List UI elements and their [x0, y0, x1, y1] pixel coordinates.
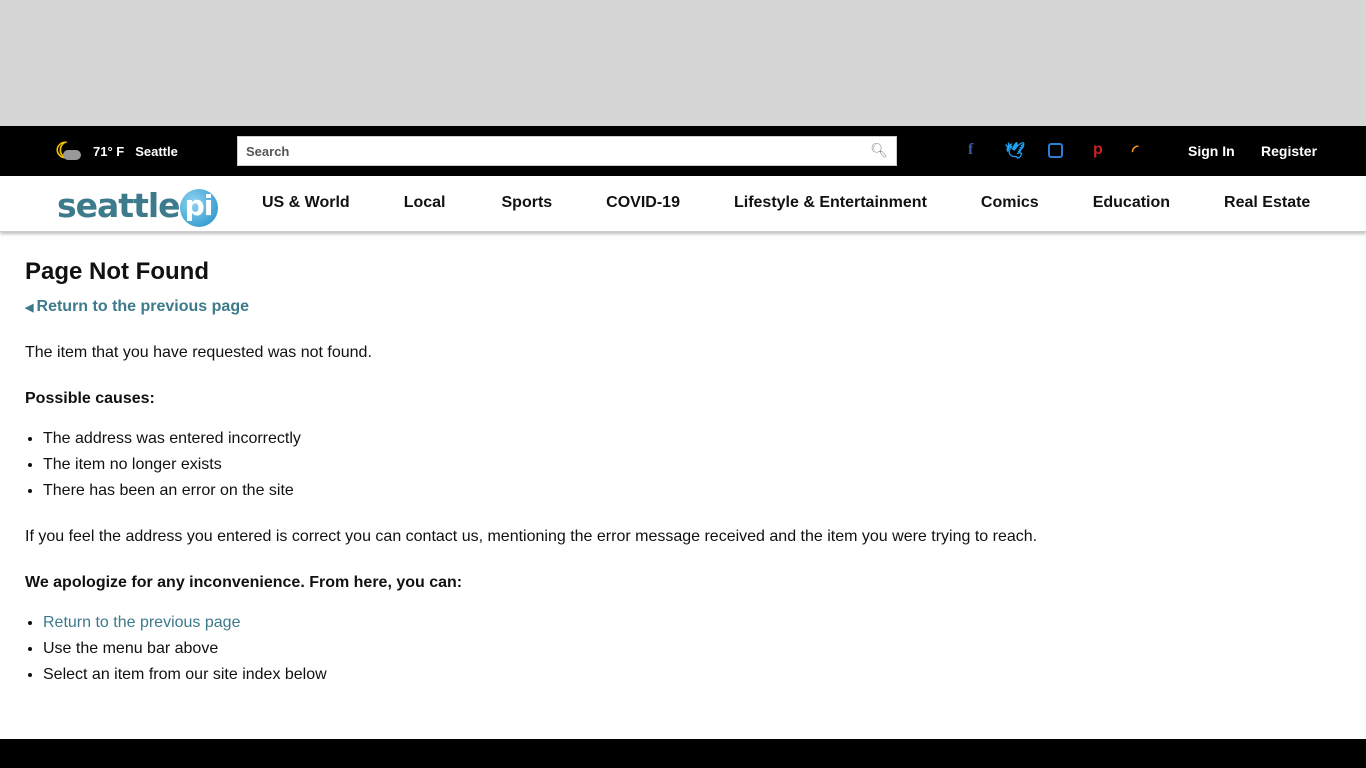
- list-item: Use the menu bar above: [43, 636, 1341, 662]
- weather-widget[interactable]: ☾ 71° F Seattle: [55, 138, 178, 164]
- main-content: Page Not Found ◀ Return to the previous …: [0, 232, 1366, 738]
- main-nav: seattle pi US & World Local Sports COVID-…: [0, 176, 1366, 232]
- footer: [0, 739, 1366, 768]
- return-link[interactable]: Return to the previous page: [43, 614, 240, 631]
- sign-in-link[interactable]: Sign In: [1188, 143, 1235, 159]
- logo-text: seattle: [57, 186, 181, 225]
- list-item: Select an item from our site index below: [43, 662, 1341, 688]
- list-item: There has been an error on the site: [43, 478, 1341, 504]
- ad-banner: [0, 0, 1366, 126]
- nav-lifestyle[interactable]: Lifestyle & Entertainment: [734, 194, 927, 212]
- nav-comics[interactable]: Comics: [981, 194, 1039, 212]
- rss-icon[interactable]: ◜: [1132, 141, 1138, 161]
- logo-pi: pi: [179, 188, 218, 227]
- causes-list: The address was entered incorrectly The …: [43, 426, 1341, 504]
- nav-sports[interactable]: Sports: [502, 194, 553, 212]
- causes-heading: Possible causes:: [25, 390, 155, 407]
- intro-text: The item that you have requested was not…: [25, 344, 372, 361]
- search-input[interactable]: [238, 137, 858, 165]
- back-link-label: Return to the previous page: [36, 298, 249, 315]
- city: Seattle: [135, 143, 178, 159]
- register-link[interactable]: Register: [1261, 143, 1317, 159]
- seattlepi-logo[interactable]: seattle pi: [57, 186, 218, 227]
- list-item: The address was entered incorrectly: [43, 426, 1341, 452]
- nav-us-world[interactable]: US & World: [262, 194, 350, 212]
- nav-covid[interactable]: COVID-19: [606, 194, 680, 212]
- facebook-icon[interactable]: f: [968, 141, 973, 159]
- nav-real-estate[interactable]: Real Estate: [1224, 194, 1310, 212]
- list-item: The item no longer exists: [43, 452, 1341, 478]
- pinterest-icon[interactable]: p: [1093, 141, 1103, 159]
- back-link[interactable]: ◀ Return to the previous page: [25, 298, 1341, 316]
- search-box: 🔍︎: [237, 136, 897, 166]
- top-bar: ☾ 71° F Seattle 🔍︎ f 🕊︎ p ◜ Sign In Regi…: [0, 126, 1366, 176]
- nav-local[interactable]: Local: [404, 194, 446, 212]
- nav-education[interactable]: Education: [1093, 194, 1170, 212]
- moon-cloud-icon: ☾: [55, 138, 81, 164]
- temperature: 71° F: [93, 143, 125, 159]
- caret-left-icon: ◀: [25, 302, 37, 314]
- page-title: Page Not Found: [25, 258, 209, 285]
- options-list: Return to the previous page Use the menu…: [43, 610, 1341, 688]
- search-icon[interactable]: 🔍︎: [870, 142, 888, 159]
- twitter-icon[interactable]: 🕊︎: [1005, 141, 1025, 161]
- contact-text: If you feel the address you entered is c…: [25, 528, 1038, 545]
- instagram-icon[interactable]: [1048, 143, 1063, 158]
- apology-heading: We apologize for any inconvenience. From…: [25, 574, 463, 591]
